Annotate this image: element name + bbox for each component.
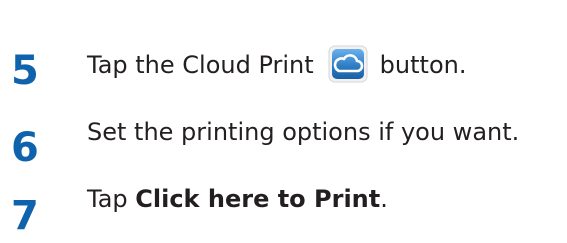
step-text-before: Tap [87, 185, 136, 213]
step-number: 7 [11, 193, 39, 239]
instruction-page: 5 Tap the Cloud Print button. 6 Set the … [0, 0, 567, 243]
step-7: 7 Tap Click here to Print . [0, 0, 567, 236]
step-bold-command: Click here to Print [135, 185, 381, 213]
step-text: Set the printing options if you want. [87, 118, 520, 146]
step-number: 6 [11, 125, 39, 171]
step-text-after: . [380, 185, 388, 213]
step-text: Tap Click here to Print . [87, 185, 388, 213]
